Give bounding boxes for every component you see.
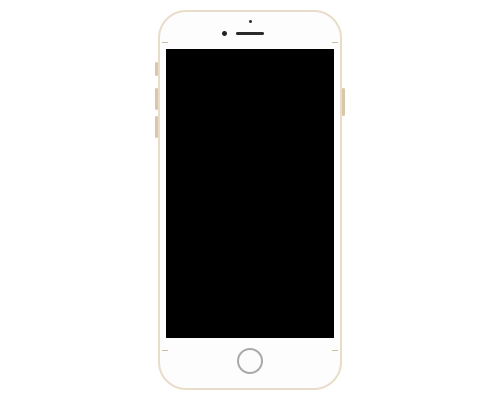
mute-switch[interactable]: [155, 62, 158, 76]
antenna-line: [332, 350, 338, 351]
antenna-line: [332, 42, 338, 43]
home-button[interactable]: [237, 348, 263, 374]
power-button[interactable]: [342, 88, 345, 116]
antenna-line: [162, 42, 168, 43]
front-camera-icon: [222, 31, 227, 36]
phone-screen[interactable]: [166, 49, 334, 338]
stage: [0, 0, 500, 400]
volume-down-button[interactable]: [155, 116, 158, 138]
antenna-line: [162, 350, 168, 351]
earpiece-speaker-icon: [236, 32, 264, 35]
volume-up-button[interactable]: [155, 88, 158, 110]
proximity-sensor-icon: [249, 20, 252, 23]
